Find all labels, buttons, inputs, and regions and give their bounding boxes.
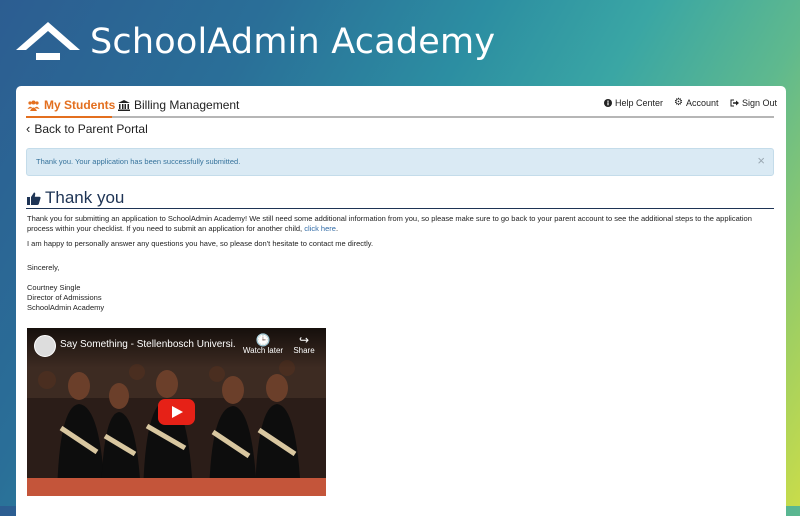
site-header: SchoolAdmin Academy bbox=[0, 0, 800, 86]
closing-text: Sincerely, bbox=[27, 263, 60, 272]
close-icon[interactable]: × bbox=[757, 154, 765, 168]
share-button[interactable]: ↪ Share bbox=[289, 334, 319, 355]
bank-icon bbox=[118, 99, 130, 111]
watch-later-button[interactable]: 🕒 Watch later bbox=[241, 334, 285, 355]
active-tab-indicator bbox=[26, 116, 112, 118]
sign-out-label: Sign Out bbox=[742, 98, 778, 108]
heading-text: Thank you bbox=[45, 188, 125, 207]
video-title[interactable]: Say Something - Stellenbosch Universi... bbox=[60, 339, 235, 350]
paragraph-text: Thank you for submitting an application … bbox=[27, 214, 752, 233]
signature-block: Courtney Single Director of Admissions S… bbox=[27, 283, 104, 313]
signature-name: Courtney Single bbox=[27, 283, 81, 292]
alert-message: Thank you. Your application has been suc… bbox=[36, 157, 241, 166]
tab-billing-management[interactable]: Billing Management bbox=[118, 96, 239, 114]
page-title: Thank you bbox=[27, 188, 124, 208]
back-to-parent-portal-link[interactable]: ‹ Back to Parent Portal bbox=[26, 122, 148, 136]
info-icon bbox=[604, 99, 612, 107]
help-center-label: Help Center bbox=[615, 98, 664, 108]
chevron-left-icon: ‹ bbox=[26, 121, 31, 136]
share-label: Share bbox=[293, 346, 315, 355]
tab-label: Billing Management bbox=[134, 98, 240, 112]
heading-divider bbox=[26, 208, 774, 209]
tab-label: My Students bbox=[44, 98, 116, 112]
clock-icon: 🕒 bbox=[255, 333, 271, 347]
thank-you-paragraph: Thank you for submitting an application … bbox=[27, 214, 752, 234]
back-link-label: Back to Parent Portal bbox=[34, 122, 148, 136]
watch-later-label: Watch later bbox=[242, 346, 284, 355]
house-logo-icon bbox=[16, 22, 80, 60]
signature-org: SchoolAdmin Academy bbox=[27, 303, 105, 312]
account-link[interactable]: ⚙ Account bbox=[674, 97, 719, 109]
top-nav: My Students Billing Management Help Cent… bbox=[26, 94, 777, 118]
embedded-video[interactable]: Say Something - Stellenbosch Universi...… bbox=[27, 328, 326, 496]
channel-avatar[interactable] bbox=[34, 335, 56, 357]
click-here-link[interactable]: click here bbox=[304, 224, 336, 233]
play-icon[interactable] bbox=[158, 399, 195, 425]
contact-paragraph: I am happy to personally answer any ques… bbox=[27, 239, 374, 248]
tab-my-students[interactable]: My Students bbox=[27, 96, 115, 114]
thumbs-up-icon bbox=[27, 192, 41, 205]
brand-title: SchoolAdmin Academy bbox=[90, 22, 496, 62]
users-icon bbox=[27, 100, 40, 111]
gear-icon: ⚙ bbox=[674, 97, 683, 108]
main-card: My Students Billing Management Help Cent… bbox=[16, 86, 786, 516]
account-label: Account bbox=[685, 98, 719, 108]
signature-title: Director of Admissions bbox=[27, 293, 102, 302]
share-icon: ↪ bbox=[298, 333, 310, 347]
sign-out-icon bbox=[730, 99, 739, 107]
sign-out-link[interactable]: Sign Out bbox=[730, 98, 777, 108]
success-alert: Thank you. Your application has been suc… bbox=[26, 148, 774, 176]
help-center-link[interactable]: Help Center bbox=[604, 98, 663, 108]
paragraph-end: . bbox=[335, 224, 339, 233]
